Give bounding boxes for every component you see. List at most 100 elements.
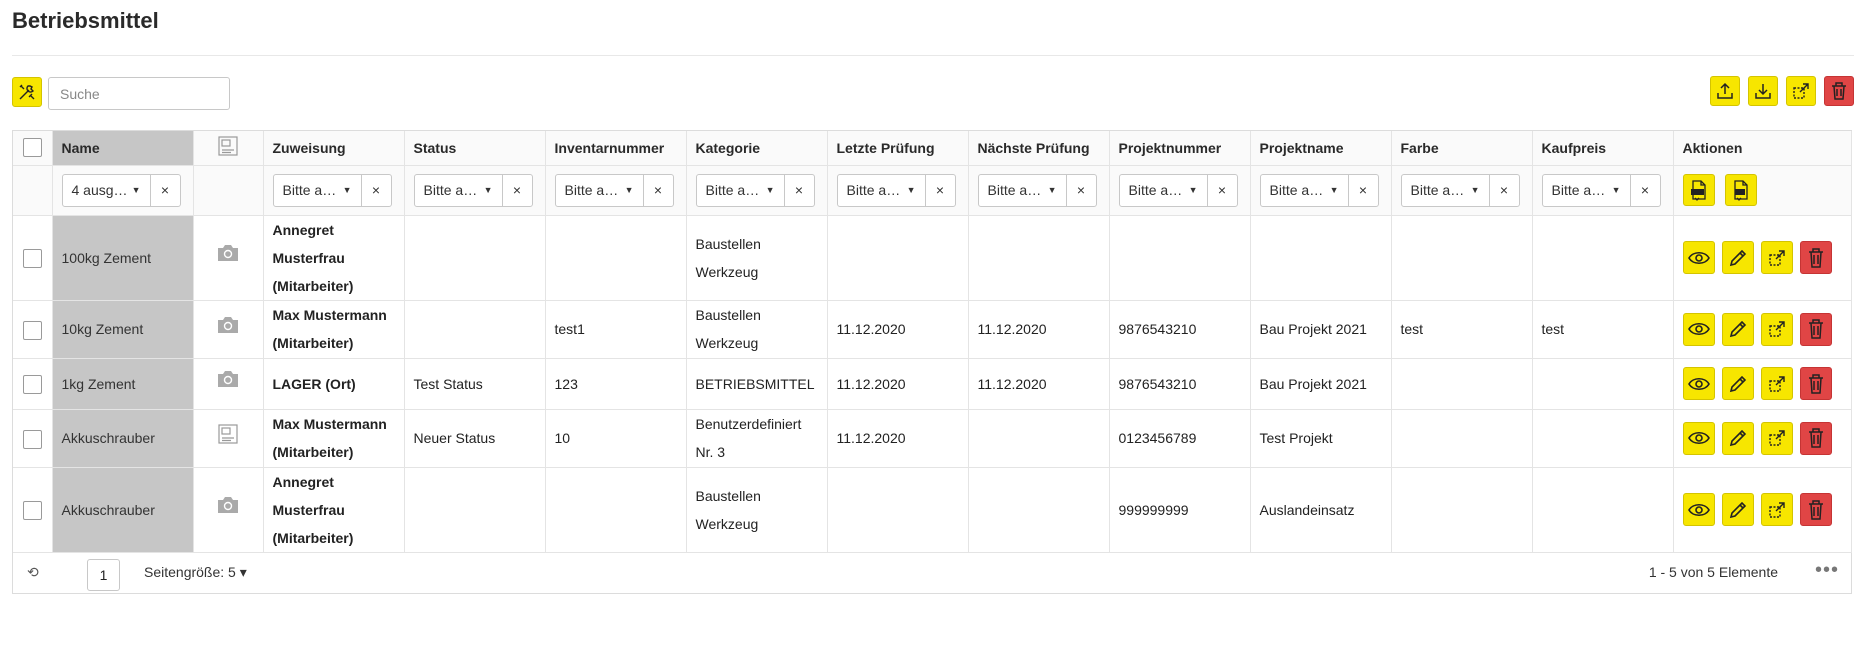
trash-icon [1808, 319, 1823, 339]
table-row[interactable]: Akkuschrauber Annegret Musterfrau (Mitarbe… [13, 467, 1852, 553]
filter-select-name[interactable]: 4 ausg… ▼ [63, 174, 151, 206]
filter-select-project-name[interactable]: Bitte a… ▼ [1261, 174, 1349, 206]
upload-button[interactable] [1710, 76, 1740, 106]
page-size-select[interactable]: Seitengröße: 5 ▾ [144, 564, 247, 581]
row-checkbox[interactable] [22, 375, 42, 395]
refresh-icon[interactable]: ⟲ [27, 564, 39, 581]
cell-color [1391, 467, 1533, 553]
clear-filter-button[interactable]: × [644, 175, 673, 206]
transfer-button[interactable] [1760, 493, 1793, 526]
filter-select-status[interactable]: Bitte a… ▼ [415, 174, 503, 206]
page-number-button[interactable]: 1 [87, 558, 120, 591]
column-header-next-check[interactable]: Nächste Prüfung [968, 131, 1110, 166]
column-header-assignment[interactable]: Zuweisung [263, 131, 405, 166]
download-button[interactable] [1748, 76, 1778, 106]
edit-button[interactable] [1721, 241, 1754, 274]
column-header-project-number[interactable]: Projektnummer [1109, 131, 1251, 166]
row-checkbox[interactable] [22, 249, 42, 269]
column-header-category[interactable]: Kategorie [686, 131, 828, 166]
camera-icon [218, 316, 238, 333]
assignment-line: Max Mustermann [272, 307, 387, 323]
view-button[interactable] [1682, 493, 1715, 526]
column-header-price[interactable]: Kaufpreis [1532, 131, 1674, 166]
transfer-icon [1768, 501, 1785, 518]
delete-button[interactable] [1799, 421, 1832, 455]
transfer-button[interactable] [1760, 312, 1793, 346]
cell-last-check [827, 215, 969, 301]
clear-filter-button[interactable]: × [1349, 175, 1378, 206]
assignment-line: (Mitarbeiter) [272, 335, 354, 351]
cell-color [1391, 409, 1533, 468]
filter-cell-category: Bitte a… ▼ × [686, 165, 828, 216]
row-checkbox[interactable] [22, 320, 42, 340]
export-excel-button[interactable] [1682, 174, 1715, 206]
export-csv-button[interactable] [1724, 174, 1757, 206]
column-header-inventory[interactable]: Inventarnummer [545, 131, 687, 166]
column-header-project-name[interactable]: Projektname [1250, 131, 1392, 166]
row-select-cell [13, 300, 53, 359]
delete-all-button[interactable] [1824, 76, 1854, 106]
transfer-button[interactable] [1760, 421, 1793, 455]
clear-filter-button[interactable]: × [503, 175, 532, 206]
column-header-status[interactable]: Status [404, 131, 546, 166]
cell-image [193, 215, 264, 301]
clear-filter-button[interactable]: × [151, 175, 180, 206]
search-input[interactable] [48, 77, 230, 110]
transfer-button[interactable] [1760, 367, 1793, 400]
filter-select-inventory[interactable]: Bitte a… ▼ [556, 174, 644, 206]
clear-filter-button[interactable]: × [926, 175, 955, 206]
more-options-icon[interactable]: ••• [1815, 559, 1839, 582]
transfer-button[interactable] [1786, 76, 1816, 106]
table-row[interactable]: 100kg Zement Annegret Musterfrau (Mitarbei… [13, 215, 1852, 301]
filter-select-next-check[interactable]: Bitte a… ▼ [979, 174, 1067, 206]
filter-select-assignment[interactable]: Bitte a… ▼ [274, 174, 362, 206]
select-all-checkbox[interactable] [22, 138, 42, 158]
transfer-button[interactable] [1760, 241, 1793, 274]
filter-project-number: Bitte a… ▼ × [1118, 173, 1238, 207]
filter-cell-color: Bitte a… ▼ × [1391, 165, 1533, 216]
cell-price [1532, 409, 1674, 468]
cell-assignment: Max Mustermann (Mitarbeiter) [263, 300, 405, 359]
cell-inventory: test1 [545, 300, 687, 359]
table-row[interactable]: 10kg Zement Max Mustermann (Mitarbeiter) … [13, 300, 1852, 359]
cell-name: Akkuschrauber [52, 409, 194, 468]
cell-project-number: 9876543210 [1109, 300, 1251, 359]
view-button[interactable] [1682, 241, 1715, 274]
cell-category: Baustellen Werkzeug [686, 467, 828, 553]
edit-button[interactable] [1721, 312, 1754, 346]
table-row[interactable]: 1kg Zement LAGER (Ort) Test Status 123 B… [13, 358, 1852, 410]
filter-select-project-number[interactable]: Bitte a… ▼ [1120, 174, 1208, 206]
edit-button[interactable] [1721, 493, 1754, 526]
row-checkbox[interactable] [22, 501, 42, 521]
filter-select-last-check[interactable]: Bitte a… ▼ [838, 174, 926, 206]
edit-button[interactable] [1721, 421, 1754, 455]
view-button[interactable] [1682, 312, 1715, 346]
clear-filter-button[interactable]: × [362, 175, 391, 206]
table-row[interactable]: Akkuschrauber Max Mustermann (Mitarbeiter… [13, 409, 1852, 468]
tools-icon [19, 84, 35, 100]
filter-select-color[interactable]: Bitte a… ▼ [1402, 174, 1490, 206]
cell-next-check: 11.12.2020 [968, 358, 1110, 410]
clear-filter-button[interactable]: × [1490, 175, 1519, 206]
edit-button[interactable] [1721, 367, 1754, 400]
view-button[interactable] [1682, 421, 1715, 455]
tools-button[interactable] [12, 77, 42, 107]
delete-button[interactable] [1799, 241, 1832, 274]
delete-button[interactable] [1799, 493, 1832, 526]
filter-select-category[interactable]: Bitte a… ▼ [697, 174, 785, 206]
clear-filter-button[interactable]: × [785, 175, 814, 206]
clear-filter-button[interactable]: × [1067, 175, 1096, 206]
clear-filter-button[interactable]: × [1208, 175, 1237, 206]
clear-filter-button[interactable]: × [1631, 175, 1660, 206]
delete-button[interactable] [1799, 367, 1832, 400]
view-button[interactable] [1682, 367, 1715, 400]
column-header-color[interactable]: Farbe [1391, 131, 1533, 166]
column-header-name[interactable]: Name [52, 131, 194, 166]
row-checkbox[interactable] [22, 429, 42, 449]
filter-select-price[interactable]: Bitte a… ▼ [1543, 174, 1631, 206]
delete-button[interactable] [1799, 312, 1832, 346]
transfer-icon [1768, 321, 1785, 337]
column-header-last-check[interactable]: Letzte Prüfung [827, 131, 969, 166]
row-actions [1682, 367, 1842, 400]
cell-status: Test Status [404, 358, 546, 410]
